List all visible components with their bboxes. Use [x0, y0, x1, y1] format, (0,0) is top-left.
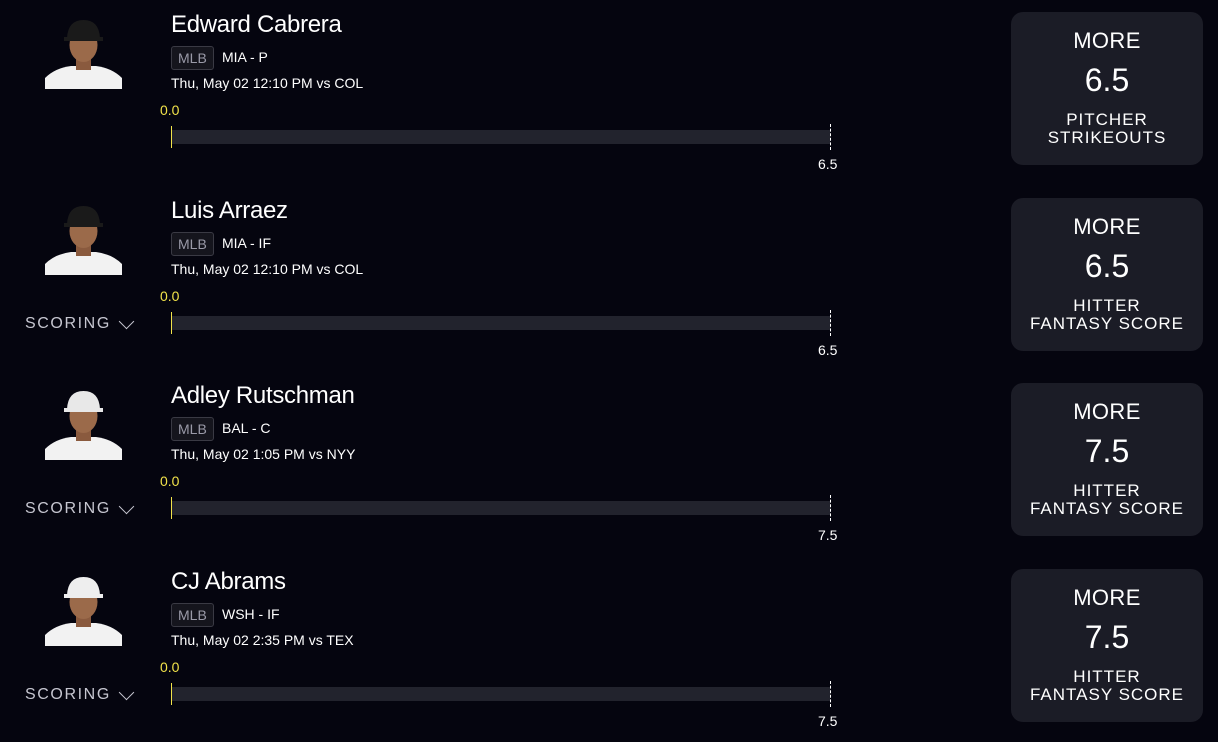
- current-value: 0.0: [160, 473, 180, 489]
- pick-line: 7.5: [1084, 433, 1130, 469]
- league-badge: MLB: [171, 603, 214, 627]
- line-marker: [830, 124, 831, 150]
- stat-type: PITCHER STRIKEOUTS: [1021, 111, 1193, 147]
- pick-line: 6.5: [1084, 62, 1130, 98]
- progress-track: [172, 130, 830, 144]
- team-position: WSH - IF: [222, 606, 280, 622]
- player-headshot-icon: [45, 12, 122, 89]
- stat-type: HITTER FANTASY SCORE: [1021, 482, 1193, 518]
- line-value: 7.5: [818, 713, 838, 729]
- player-headshot-icon: [45, 569, 122, 646]
- stat-type: HITTER FANTASY SCORE: [1021, 297, 1193, 333]
- pick-line: 6.5: [1084, 248, 1130, 284]
- current-marker: [171, 312, 172, 334]
- pick-row: Adley Rutschman MLB BAL - C Thu, May 02 …: [0, 371, 1218, 557]
- chevron-down-icon: [118, 313, 135, 329]
- scoring-toggle[interactable]: SCORING: [25, 684, 135, 704]
- scoring-label: SCORING: [25, 686, 111, 703]
- current-value: 0.0: [160, 102, 180, 118]
- line-value: 6.5: [818, 342, 838, 358]
- team-position: MIA - IF: [222, 235, 271, 251]
- game-info: Thu, May 02 1:05 PM vs NYY: [171, 446, 356, 462]
- picks-list: Edward Cabrera MLB MIA - P Thu, May 02 1…: [0, 0, 1218, 742]
- league-badge: MLB: [171, 417, 214, 441]
- player-name[interactable]: CJ Abrams: [171, 568, 286, 596]
- team-position: MIA - P: [222, 49, 268, 65]
- line-value: 6.5: [818, 156, 838, 172]
- progress-track: [172, 687, 830, 701]
- current-value: 0.0: [160, 659, 180, 675]
- line-marker: [830, 681, 831, 707]
- game-info: Thu, May 02 12:10 PM vs COL: [171, 75, 364, 91]
- game-info: Thu, May 02 2:35 PM vs TEX: [171, 632, 354, 648]
- scoring-toggle[interactable]: SCORING: [25, 498, 135, 518]
- stat-type-line1: HITTER: [1073, 667, 1141, 686]
- line-marker: [830, 495, 831, 521]
- chevron-down-icon: [118, 498, 135, 514]
- pick-row: Edward Cabrera MLB MIA - P Thu, May 02 1…: [0, 0, 1218, 186]
- current-marker: [171, 497, 172, 519]
- stat-type-line1: PITCHER: [1066, 110, 1148, 129]
- pick-more-card[interactable]: MORE 6.5 PITCHER STRIKEOUTS: [1011, 12, 1203, 165]
- stat-type-line2: FANTASY SCORE: [1029, 314, 1185, 333]
- scoring-label: SCORING: [25, 315, 111, 332]
- scoring-label: SCORING: [25, 500, 111, 517]
- pick-row: Luis Arraez MLB MIA - IF Thu, May 02 12:…: [0, 186, 1218, 372]
- progress-track: [172, 501, 830, 515]
- player-headshot-icon: [45, 383, 122, 460]
- pick-direction: MORE: [1073, 214, 1141, 239]
- stat-type-line1: HITTER: [1073, 296, 1141, 315]
- stat-type: HITTER FANTASY SCORE: [1021, 668, 1193, 704]
- stat-type-line1: HITTER: [1073, 481, 1141, 500]
- current-value: 0.0: [160, 288, 180, 304]
- pick-line: 7.5: [1084, 619, 1130, 655]
- line-marker: [830, 310, 831, 336]
- line-value: 7.5: [818, 527, 838, 543]
- stat-type-line2: FANTASY SCORE: [1029, 499, 1185, 518]
- league-badge: MLB: [171, 232, 214, 256]
- player-name[interactable]: Edward Cabrera: [171, 11, 342, 39]
- league-badge: MLB: [171, 46, 214, 70]
- current-marker: [171, 126, 172, 148]
- current-marker: [171, 683, 172, 705]
- stat-type-line2: FANTASY SCORE: [1029, 685, 1185, 704]
- progress-track: [172, 316, 830, 330]
- stat-type-line2: STRIKEOUTS: [1047, 128, 1167, 147]
- pick-more-card[interactable]: MORE 7.5 HITTER FANTASY SCORE: [1011, 383, 1203, 536]
- pick-direction: MORE: [1073, 585, 1141, 610]
- pick-direction: MORE: [1073, 399, 1141, 424]
- player-name[interactable]: Luis Arraez: [171, 197, 288, 225]
- pick-more-card[interactable]: MORE 7.5 HITTER FANTASY SCORE: [1011, 569, 1203, 722]
- pick-row: CJ Abrams MLB WSH - IF Thu, May 02 2:35 …: [0, 557, 1218, 742]
- player-name[interactable]: Adley Rutschman: [171, 382, 355, 410]
- pick-more-card[interactable]: MORE 6.5 HITTER FANTASY SCORE: [1011, 198, 1203, 351]
- game-info: Thu, May 02 12:10 PM vs COL: [171, 261, 364, 277]
- chevron-down-icon: [118, 684, 135, 700]
- pick-direction: MORE: [1073, 28, 1141, 53]
- scoring-toggle[interactable]: SCORING: [25, 313, 135, 333]
- player-headshot-icon: [45, 198, 122, 275]
- team-position: BAL - C: [222, 420, 271, 436]
